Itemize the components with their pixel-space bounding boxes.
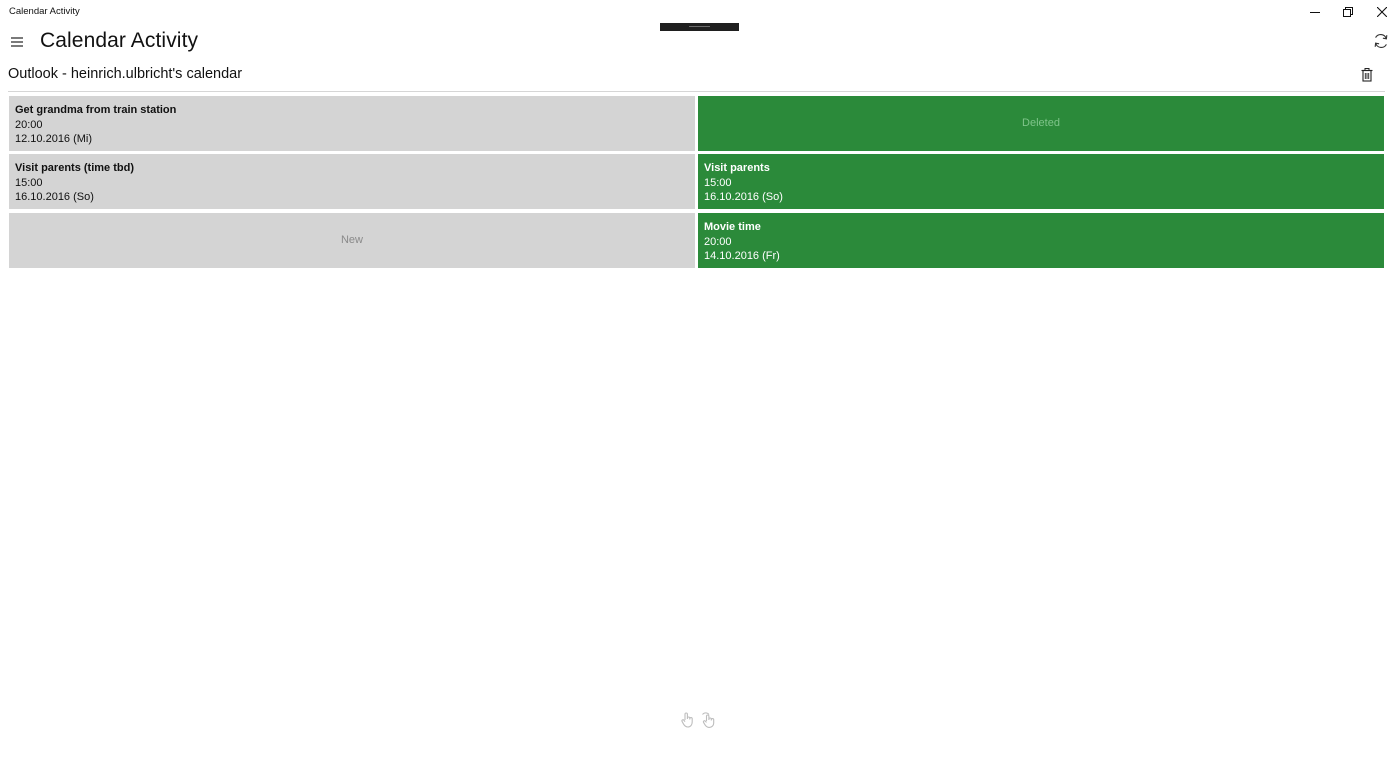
- event-time: 20:00: [15, 118, 43, 131]
- title-bar: Calendar Activity: [0, 0, 1399, 24]
- event-title: Movie time: [704, 221, 761, 233]
- new-label: New: [340, 234, 363, 247]
- hamburger-icon: [11, 37, 23, 47]
- synced-event-tile[interactable]: Visit parents 15:00 16.10.2016 (So): [698, 154, 1384, 209]
- event-date: 12.10.2016 (Mi): [15, 133, 93, 146]
- deleted-placeholder-tile[interactable]: Deleted: [698, 96, 1384, 151]
- event-date: 16.10.2016 (So): [15, 191, 94, 204]
- event-title: Visit parents: [704, 162, 770, 174]
- close-icon: [1377, 7, 1387, 17]
- minimize-icon: [1310, 12, 1320, 13]
- event-time: 15:00: [704, 176, 732, 189]
- header-divider: [8, 91, 1385, 92]
- event-time: 20:00: [704, 235, 732, 248]
- restore-icon: [1343, 7, 1353, 17]
- original-event-tile[interactable]: Visit parents (time tbd) 15:00 16.10.201…: [9, 154, 695, 209]
- event-time: 15:00: [15, 176, 43, 189]
- restore-button[interactable]: [1331, 0, 1365, 24]
- window-title: Calendar Activity: [9, 6, 80, 17]
- event-date: 16.10.2016 (So): [704, 191, 783, 204]
- original-event-tile[interactable]: Get grandma from train station 20:00 12.…: [9, 96, 695, 151]
- sync-icon: [1374, 34, 1388, 48]
- deleted-label: Deleted: [1022, 117, 1060, 130]
- tablet-drag-handle[interactable]: [660, 23, 739, 31]
- hand-touch-icon[interactable]: [700, 711, 718, 729]
- hamburger-menu-button[interactable]: [6, 30, 28, 54]
- event-date: 14.10.2016 (Fr): [704, 250, 780, 263]
- event-title: Get grandma from train station: [15, 104, 177, 116]
- calendar-title: Outlook - heinrich.ulbricht's calendar: [8, 66, 243, 82]
- trash-icon: [1361, 68, 1373, 82]
- synced-event-tile[interactable]: Movie time 20:00 14.10.2016 (Fr): [698, 213, 1384, 268]
- delete-button[interactable]: [1358, 66, 1376, 84]
- page-title: Calendar Activity: [40, 29, 199, 52]
- new-placeholder-tile[interactable]: New: [9, 213, 695, 268]
- sync-button[interactable]: [1371, 31, 1391, 51]
- close-button[interactable]: [1365, 0, 1399, 24]
- event-title: Visit parents (time tbd): [15, 162, 134, 174]
- minimize-button[interactable]: [1298, 0, 1332, 24]
- hand-pointer-icon[interactable]: [679, 711, 697, 729]
